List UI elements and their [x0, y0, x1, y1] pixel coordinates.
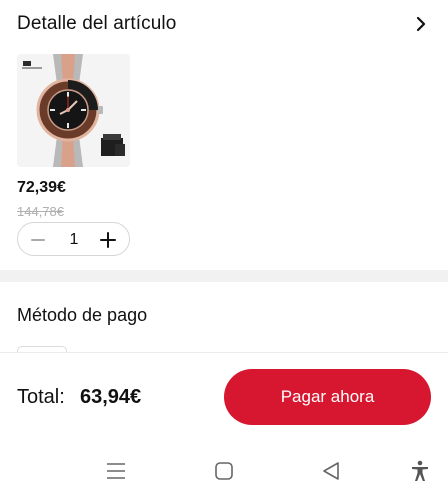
menu-icon[interactable] [104, 459, 128, 483]
minus-icon[interactable] [28, 231, 48, 249]
home-square-icon[interactable] [212, 459, 236, 483]
quantity-value[interactable]: 1 [62, 231, 86, 249]
back-triangle-icon[interactable] [319, 459, 343, 483]
watch-image-icon [17, 54, 130, 167]
checkout-bar: Total: 63,94€ Pagar ahora [0, 352, 448, 442]
section-divider [0, 270, 448, 282]
product-price: 72,39€ [17, 179, 66, 196]
total-label: Total: [17, 386, 65, 408]
product-original-price: 144,78€ [17, 204, 64, 219]
accessibility-icon[interactable] [408, 459, 432, 483]
payment-method-title: Método de pago [17, 305, 148, 325]
detail-title: Detalle del artículo [17, 13, 177, 34]
product-image[interactable] [17, 54, 130, 167]
total-amount: 63,94€ [80, 386, 142, 408]
system-nav-bar [0, 442, 448, 500]
chevron-right-icon[interactable] [412, 14, 430, 34]
detail-header[interactable]: Detalle del artículo [0, 0, 448, 48]
pay-now-button[interactable]: Pagar ahora [224, 369, 431, 425]
quantity-stepper[interactable]: 1 [17, 222, 130, 256]
plus-icon[interactable] [98, 230, 118, 250]
